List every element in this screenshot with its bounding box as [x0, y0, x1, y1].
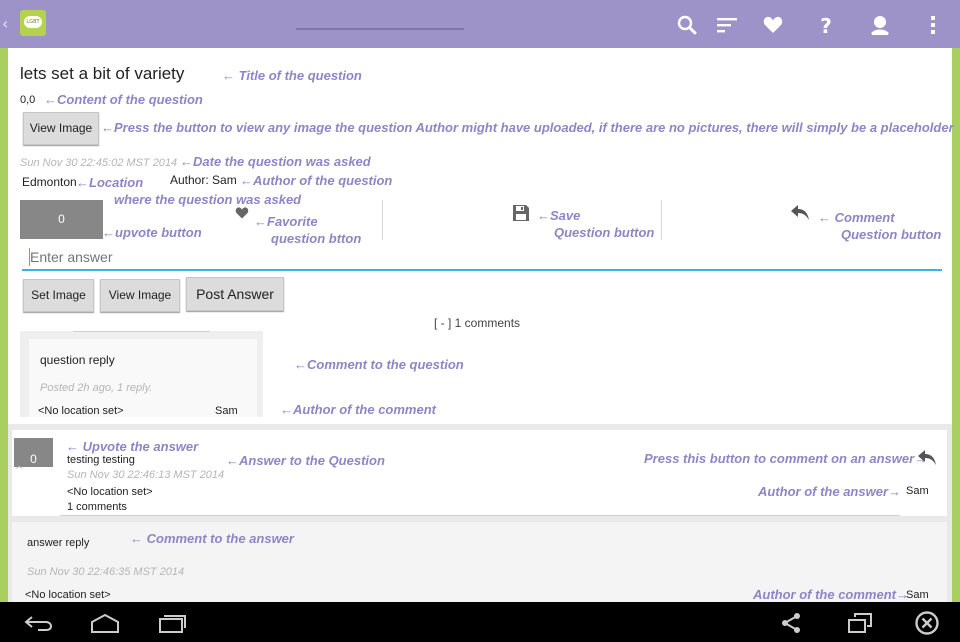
- text-cursor: [29, 248, 30, 266]
- sort-icon[interactable]: [714, 12, 740, 38]
- expand-caret-icon[interactable]: ^: [15, 465, 23, 476]
- annotation-author: ←Author of the question: [240, 173, 393, 188]
- question-comment-author: Sam: [215, 405, 238, 417]
- question-comment-text: question reply: [40, 353, 115, 367]
- save-question-floppy-icon[interactable]: [512, 204, 530, 222]
- back-icon[interactable]: [24, 614, 54, 632]
- answer-comments-count[interactable]: 1 comments: [67, 501, 127, 513]
- card-top-line: [73, 331, 210, 332]
- annotation-author-of-comment: ←Author of the comment: [280, 402, 436, 417]
- recent-apps-icon[interactable]: [158, 613, 188, 633]
- divider: [382, 200, 383, 240]
- annotation-answer-to-question: ←Answer to the Question: [226, 453, 385, 468]
- question-location: Edmonton: [22, 175, 77, 189]
- question-date: Sun Nov 30 22:45:02 MST 2014: [20, 157, 178, 169]
- annotation-author-of-answer: Author of the answer→: [758, 484, 902, 499]
- annotation-comment-to-question: ←Comment to the question: [294, 357, 464, 372]
- close-icon[interactable]: [914, 610, 940, 636]
- svg-text:?: ?: [820, 14, 832, 38]
- annotation-save: ←Save: [537, 208, 581, 223]
- annotation-save-2: Question button: [554, 225, 655, 240]
- favorite-question-heart-icon[interactable]: [234, 205, 250, 221]
- answer-author: Sam: [906, 485, 929, 497]
- app-logo-icon[interactable]: LGBT: [20, 10, 46, 36]
- annotation-comment-to-answer: ← Comment to the answer: [130, 531, 294, 546]
- question-author: Author: Sam: [170, 173, 237, 187]
- annotation-author-of-answer-comment: Author of the comment→: [753, 587, 909, 602]
- comments-toggle[interactable]: [ - ] 1 comments: [434, 316, 520, 330]
- answer-bottom-line: [60, 515, 900, 516]
- overflow-menu-icon[interactable]: [920, 12, 946, 38]
- view-image-button[interactable]: View Image: [100, 279, 180, 312]
- title-underline: [296, 28, 464, 30]
- question-comment-location: <No location set>: [38, 405, 124, 417]
- answer-comment-date: Sun Nov 30 22:46:35 MST 2014: [27, 566, 185, 578]
- answer-comment-author: Sam: [906, 589, 929, 601]
- annotation-location: ←Location: [76, 175, 144, 190]
- profile-icon[interactable]: [867, 12, 893, 38]
- annotation-title: ← Title of the question: [222, 68, 362, 83]
- annotation-favorite-2: question btton: [271, 231, 362, 246]
- post-answer-button[interactable]: Post Answer: [186, 277, 284, 311]
- answer-date: Sun Nov 30 22:46:13 MST 2014: [67, 469, 225, 481]
- comment-answer-reply-icon[interactable]: [917, 449, 937, 467]
- favorite-icon[interactable]: [760, 12, 786, 38]
- question-comment-meta: Posted 2h ago, 1 reply.: [40, 382, 153, 394]
- annotation-date: ←Date the question was asked: [180, 154, 371, 169]
- window-icon[interactable]: [847, 613, 873, 633]
- annotation-comment: ← Comment: [818, 210, 895, 225]
- annotation-upvote-answer: ← Upvote the answer: [66, 439, 199, 454]
- answer-comment-location: <No location set>: [25, 589, 111, 601]
- share-icon[interactable]: [780, 612, 802, 634]
- home-icon[interactable]: [90, 613, 120, 633]
- system-navigation-bar: [0, 602, 960, 642]
- comment-question-reply-icon[interactable]: [790, 204, 810, 222]
- divider: [661, 200, 662, 240]
- annotation-press-comment-answer: Press this button to comment on an answe…: [644, 451, 928, 466]
- answer-comment-text: answer reply: [27, 537, 90, 549]
- action-bar: ‹ LGBT ?: [0, 0, 960, 48]
- annotation-view-image: ←Press the button to view any image the …: [101, 120, 954, 135]
- annotation-favorite: ←Favorite: [254, 214, 318, 229]
- answer-text: testing testing: [67, 454, 135, 466]
- answer-location: <No location set>: [67, 486, 153, 498]
- answer-upvote-button[interactable]: 0: [14, 438, 53, 467]
- answer-input[interactable]: [22, 245, 942, 271]
- annotation-comment-2: Question button: [841, 227, 942, 242]
- help-icon[interactable]: ?: [813, 12, 839, 38]
- set-image-button[interactable]: Set Image: [23, 279, 94, 312]
- annotation-upvote: ←upvote button: [102, 225, 202, 240]
- annotation-location-2: where the question was asked: [114, 192, 302, 207]
- question-content: 0,0: [20, 94, 36, 106]
- view-question-image-button[interactable]: View Image: [23, 112, 99, 145]
- question-upvote-button[interactable]: 0: [20, 200, 103, 239]
- back-chevron-icon[interactable]: ‹: [2, 14, 8, 33]
- question-title: lets set a bit of variety: [20, 64, 185, 83]
- annotation-content: ←Content of the question: [44, 92, 203, 107]
- logo-text: LGBT: [24, 16, 42, 28]
- search-icon[interactable]: [674, 12, 700, 38]
